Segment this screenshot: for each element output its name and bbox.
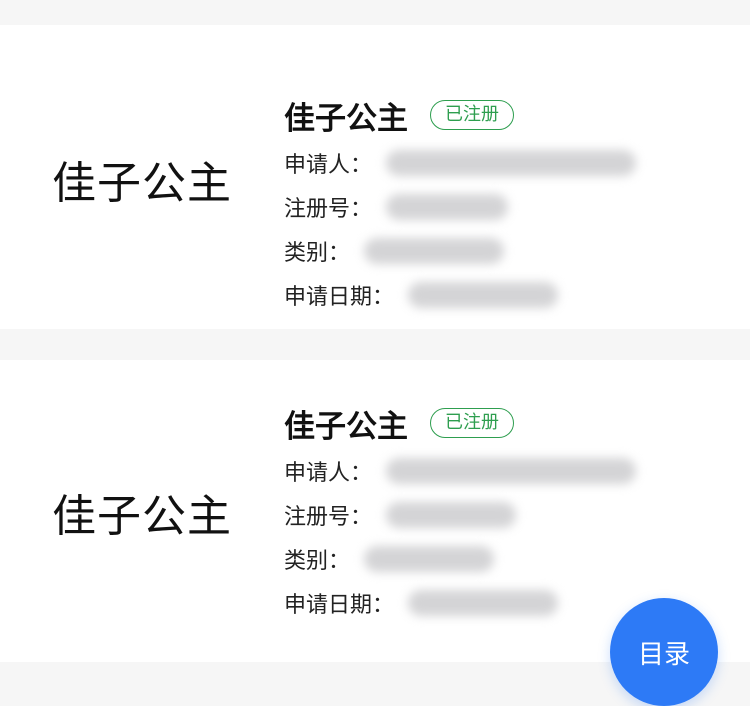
registration-number-field: 注册号： (284, 493, 636, 537)
category-label: 类别： (284, 549, 351, 574)
application-date-value-redacted (408, 282, 559, 308)
application-date-field: 申请日期： (284, 273, 636, 317)
applicant-label: 申请人： (284, 461, 373, 486)
category-value-redacted (364, 546, 495, 572)
registration-number-label: 注册号： (284, 197, 373, 222)
registration-number-value-redacted (386, 194, 509, 220)
applicant-field: 申请人： (284, 449, 637, 493)
category-label: 类别： (284, 241, 351, 266)
status-badge: 已注册 (430, 100, 514, 130)
applicant-value-redacted (386, 150, 637, 176)
category-field: 类别： (284, 537, 636, 581)
category-field: 类别： (284, 229, 636, 273)
trademark-info: 佳子公主 已注册 申请人： 注册号： 类别： 申请日期： (284, 95, 637, 317)
application-date-value-redacted (408, 590, 559, 616)
catalog-button[interactable]: 目录 (610, 598, 718, 706)
category-value-redacted (364, 238, 505, 264)
trademark-title: 佳子公主 (284, 408, 408, 445)
registration-number-value-redacted (386, 502, 517, 528)
application-date-field: 申请日期： (284, 581, 636, 625)
application-date-label: 申请日期： (284, 593, 395, 618)
title-row: 佳子公主 已注册 (284, 403, 636, 445)
trademark-logo-text: 佳子公主 (52, 491, 232, 542)
registration-number-field: 注册号： (284, 185, 636, 229)
trademark-info: 佳子公主 已注册 申请人： 注册号： 类别： 申请日期： (284, 403, 637, 625)
title-row: 佳子公主 已注册 (284, 95, 636, 137)
registration-number-label: 注册号： (284, 505, 373, 530)
trademark-card[interactable]: 佳子公主 佳子公主 已注册 申请人： 注册号： 类别： 申请日期： (0, 25, 750, 329)
application-date-label: 申请日期： (284, 285, 395, 310)
status-badge: 已注册 (430, 408, 514, 438)
applicant-value-redacted (386, 458, 637, 484)
applicant-label: 申请人： (284, 153, 373, 178)
trademark-logo-text: 佳子公主 (52, 158, 232, 209)
trademark-title: 佳子公主 (284, 100, 408, 137)
applicant-field: 申请人： (284, 141, 637, 185)
